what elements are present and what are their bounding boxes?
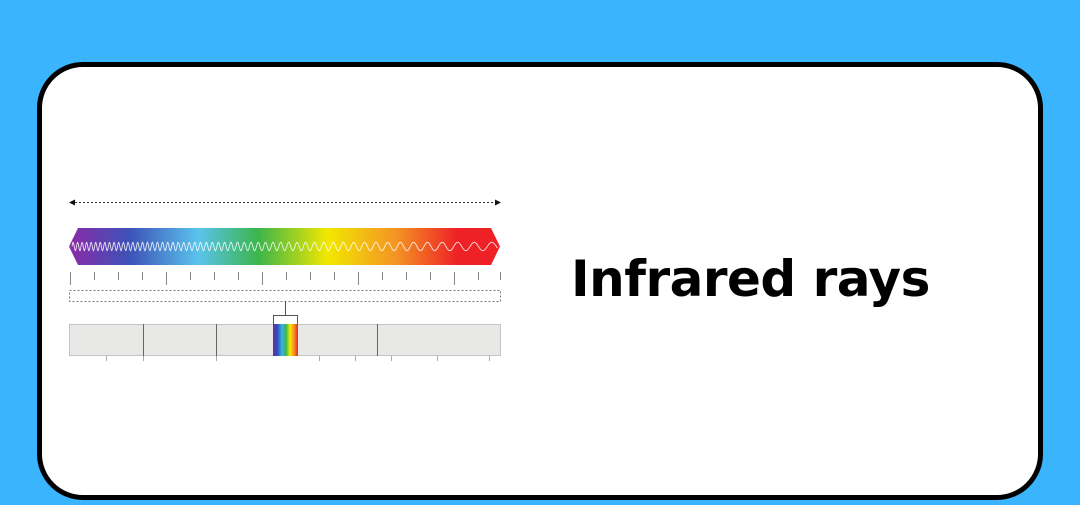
visible-light-segment: [273, 324, 298, 356]
visible-range-connector: [273, 301, 298, 324]
dashed-bracket: [69, 290, 501, 302]
page-title: Infrared rays: [571, 250, 930, 308]
tick-scale: [70, 272, 501, 285]
bottom-tick-scale: [106, 356, 490, 361]
double-headed-arrow-icon: [69, 199, 501, 206]
